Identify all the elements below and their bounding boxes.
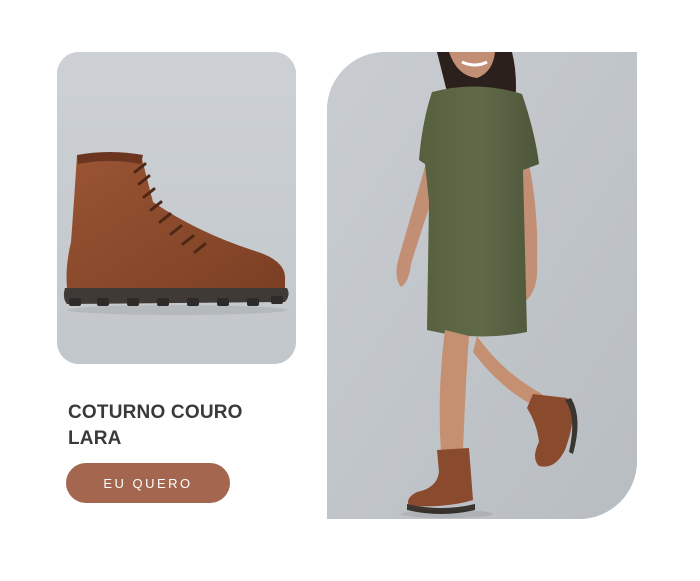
- model-wearing-boots-image: [327, 52, 637, 519]
- product-image-card[interactable]: [57, 52, 296, 364]
- product-title: COTURNO COURO LARA: [68, 402, 243, 449]
- boot-product-image: [57, 52, 296, 364]
- model-image-card[interactable]: [327, 52, 637, 519]
- eu-quero-button[interactable]: EU QUERO: [66, 463, 230, 503]
